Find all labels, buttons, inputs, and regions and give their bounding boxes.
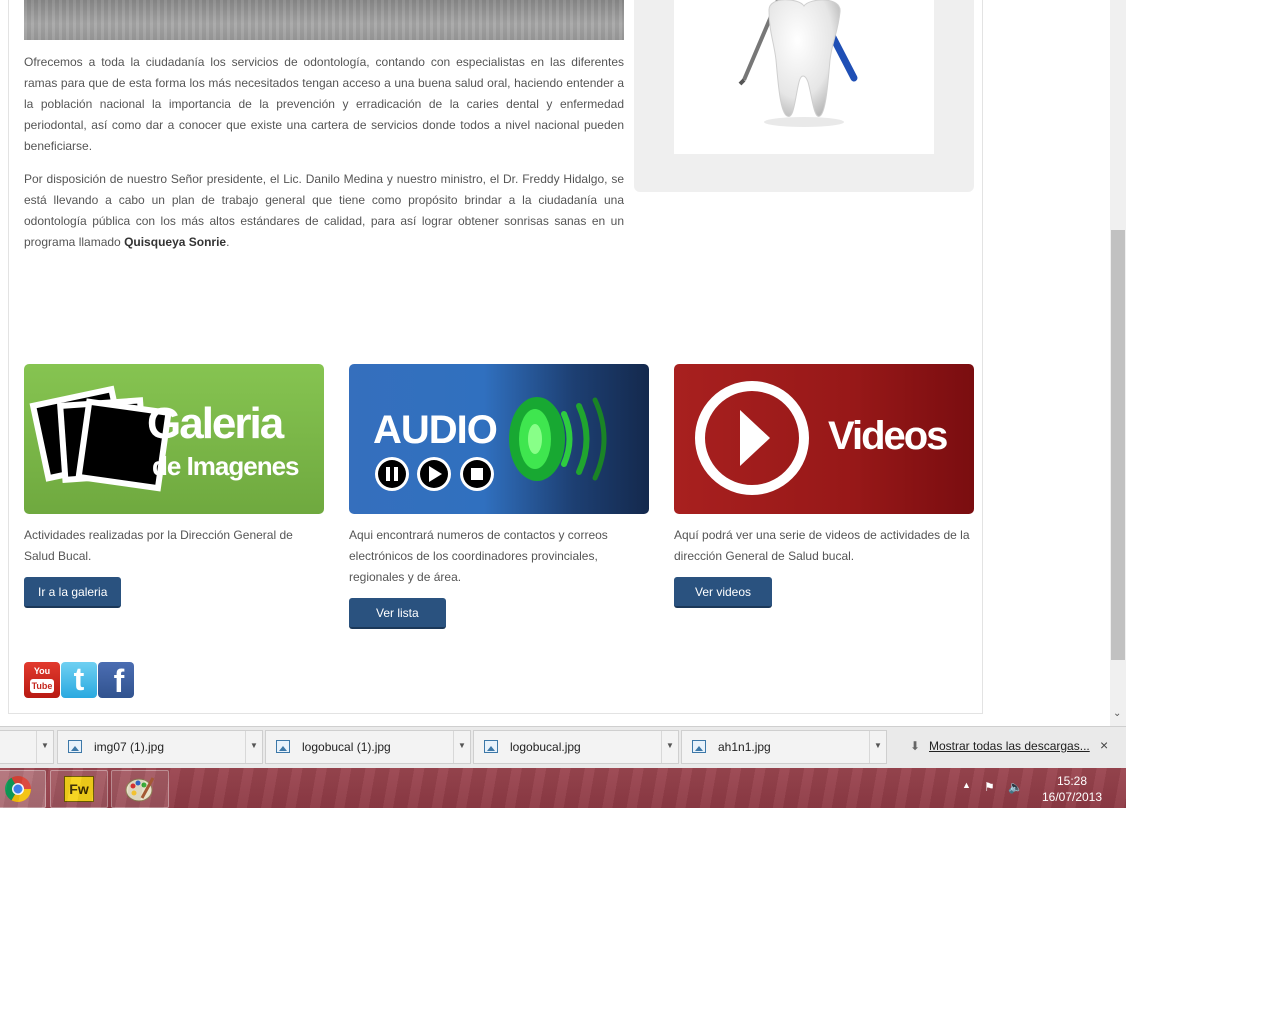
download-menu-arrow-icon[interactable]: ▼ (869, 731, 886, 763)
download-menu-arrow-icon[interactable]: ▼ (245, 731, 262, 763)
article-paragraph-1: Ofrecemos a toda la ciudadanía los servi… (24, 55, 624, 153)
download-item[interactable]: logobucal (1).jpg ▼ (265, 730, 471, 764)
download-arrow-icon: ⬇ (910, 739, 921, 753)
gallery-banner-title: Galeria (147, 399, 284, 448)
taskbar-chrome-button[interactable] (0, 770, 46, 808)
youtube-icon[interactable]: You Tube (24, 662, 60, 698)
audio-controls-icon (375, 397, 607, 491)
download-menu-arrow-icon[interactable]: ▼ (661, 731, 678, 763)
article-paragraph-2-text: Por disposición de nuestro Señor preside… (24, 172, 624, 249)
download-filename: img07 (1).jpg (94, 740, 165, 754)
social-links: You Tube t f (24, 661, 134, 699)
tooth-image (674, 0, 934, 154)
clock-time: 15:28 (1056, 774, 1088, 788)
videos-banner[interactable]: Videos (674, 364, 974, 514)
action-center-flag-icon[interactable]: ⚑ (984, 780, 995, 794)
side-panel (634, 0, 974, 192)
chrome-icon (4, 776, 32, 803)
article-paragraph-2: Por disposición de nuestro Señor preside… (24, 169, 624, 253)
go-to-gallery-button[interactable]: Ir a la galeria (24, 577, 122, 608)
windows-taskbar: Fw ▲ ⚑ 🔈 15:28 16/07/2013 (0, 768, 1126, 808)
download-menu-arrow-icon[interactable]: ▼ (36, 731, 53, 763)
hero-image (24, 0, 624, 40)
download-item[interactable]: img07 (1).jpg ▼ (57, 730, 263, 764)
videos-card: Videos Aquí podrá ver una serie de video… (674, 364, 974, 608)
download-item[interactable]: logobucal.jpg ▼ (473, 730, 679, 764)
program-name: Quisqueya Sonrie (124, 235, 227, 249)
article-body: Ofrecemos a toda la ciudadanía los servi… (24, 52, 624, 265)
clock-date: 16/07/2013 (1041, 790, 1103, 804)
videos-banner-title: Videos (828, 414, 948, 458)
twitter-letter: t (73, 661, 85, 697)
download-filename: logobucal (1).jpg (302, 740, 391, 754)
downloads-bar: ▼ img07 (1).jpg ▼ logobucal (1).jpg ▼ lo… (0, 726, 1126, 769)
audio-description: Aqui encontrará numeros de contactos y c… (349, 528, 608, 584)
gallery-banner-subtitle: de Imagenes (152, 451, 300, 481)
gallery-banner[interactable]: Galeria de Imagenes (24, 364, 324, 514)
image-file-icon (484, 740, 498, 753)
view-list-button[interactable]: Ver lista (349, 598, 446, 629)
paint-palette-icon (125, 777, 155, 802)
scrollbar-thumb[interactable] (1111, 230, 1125, 660)
tooth-icon (738, 0, 858, 127)
taskbar-fireworks-button[interactable]: Fw (50, 770, 108, 808)
image-file-icon (692, 740, 706, 753)
download-item-partial[interactable]: ▼ (0, 730, 54, 764)
twitter-icon[interactable]: t (61, 661, 97, 698)
videos-description: Aquí podrá ver una serie de videos de ac… (674, 528, 970, 563)
fireworks-icon: Fw (64, 776, 94, 802)
youtube-you-text: You (33, 666, 51, 676)
gallery-description: Actividades realizadas por la Dirección … (24, 528, 293, 563)
image-file-icon (276, 740, 290, 753)
close-downloads-bar-icon[interactable]: × (1100, 737, 1108, 753)
vertical-scrollbar[interactable]: ⌄ (1110, 0, 1126, 726)
show-hidden-icons-icon[interactable]: ▲ (962, 780, 971, 790)
browser-viewport: Ofrecemos a toda la ciudadanía los servi… (0, 0, 1110, 726)
facebook-letter: f (113, 663, 125, 699)
youtube-tube-text: Tube (30, 679, 54, 693)
audio-banner[interactable]: AUDIO (349, 364, 649, 514)
system-clock[interactable]: 15:28 16/07/2013 (1030, 773, 1114, 805)
taskbar-paint-button[interactable] (111, 770, 169, 808)
facebook-icon[interactable]: f (98, 662, 134, 699)
show-all-downloads-link[interactable]: Mostrar todas las descargas... (929, 739, 1090, 753)
image-file-icon (68, 740, 82, 753)
download-menu-arrow-icon[interactable]: ▼ (453, 731, 470, 763)
view-videos-button[interactable]: Ver videos (674, 577, 773, 608)
scroll-down-arrow-icon[interactable]: ⌄ (1113, 708, 1121, 719)
download-item[interactable]: ah1n1.jpg ▼ (681, 730, 887, 764)
audio-card: AUDIO Aqui encontrará numeros de contact… (349, 364, 649, 629)
volume-icon[interactable]: 🔈 (1008, 780, 1023, 794)
download-filename: logobucal.jpg (510, 740, 581, 754)
article-paragraph-2-end: . (226, 235, 230, 249)
download-filename: ah1n1.jpg (718, 740, 771, 754)
gallery-card: Galeria de Imagenes Actividades realizad… (24, 364, 324, 608)
